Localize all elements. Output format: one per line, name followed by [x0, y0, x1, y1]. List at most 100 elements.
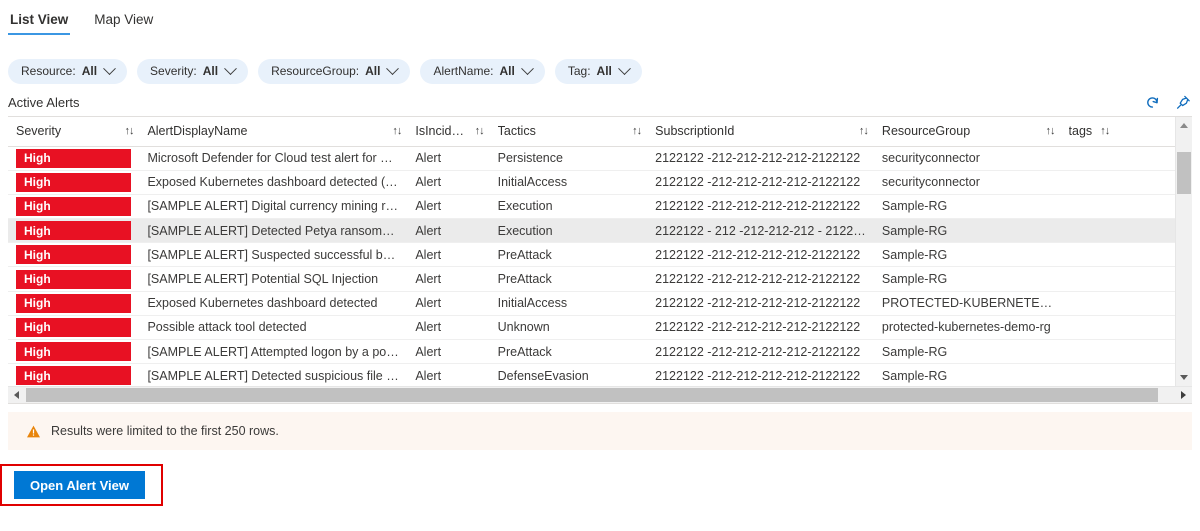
cell-is-incident: Alert	[407, 242, 490, 268]
column-header-tactics[interactable]: Tactics ↑↓	[489, 117, 648, 147]
open-alert-view-button[interactable]: Open Alert View	[14, 471, 145, 499]
table-row[interactable]: High [SAMPLE ALERT] Potential SQL Injecti…	[8, 266, 1175, 292]
filter-severity[interactable]: Severity: All	[137, 58, 249, 84]
filter-resource[interactable]: Resource: All	[8, 58, 128, 84]
cell-severity: High	[8, 194, 140, 220]
cell-tactics: PreAttack	[489, 339, 648, 365]
cell-subscription-id: 2122122 -212-212-212-212-2122122	[647, 363, 874, 386]
results-limited-warning: Results were limited to the first 250 ro…	[8, 412, 1192, 450]
column-header-alertdisplayname-label: AlertDisplayName	[147, 124, 248, 139]
cell-tactics: InitialAccess	[489, 291, 648, 316]
alerts-grid: Severity ↑↓ AlertDisplayName ↑↓ IsIncide…	[8, 116, 1192, 404]
cell-is-incident: Alert	[407, 266, 490, 292]
filter-alertname[interactable]: AlertName: All	[420, 58, 545, 84]
pin-icon[interactable]	[1175, 94, 1192, 111]
sort-icon[interactable]: ↑↓	[392, 125, 402, 137]
column-header-tags-label: tags	[1068, 124, 1093, 139]
cell-tags	[1060, 363, 1175, 386]
alerts-table-head: Severity ↑↓ AlertDisplayName ↑↓ IsIncide…	[8, 117, 1175, 147]
filter-resourcegroup-value: All	[365, 64, 381, 78]
cell-is-incident: Alert	[407, 170, 490, 195]
sort-icon[interactable]: ↑↓	[475, 125, 485, 137]
cell-tactics: InitialAccess	[489, 170, 648, 195]
status-badge: High	[16, 293, 132, 313]
cell-alert-display-name: [SAMPLE ALERT] Digital currency mining r…	[139, 194, 408, 220]
table-row[interactable]: High [SAMPLE ALERT] Attempted logon by a …	[8, 339, 1175, 365]
tab-map-view-label: Map View	[94, 12, 154, 27]
cell-is-incident: Alert	[407, 146, 490, 171]
status-badge: High	[16, 172, 132, 192]
cell-subscription-id: 2122122 -212-212-212-212-2122122	[647, 242, 874, 268]
view-tabs: List View Map View	[0, 0, 1200, 42]
filter-resourcegroup[interactable]: ResourceGroup: All	[258, 58, 411, 84]
table-row[interactable]: High Exposed Kubernetes dashboard detecte…	[8, 291, 1175, 316]
cell-resource-group: Sample-RG	[873, 266, 1061, 292]
horizontal-scrollbar[interactable]	[8, 386, 1192, 403]
cell-alert-display-name: Microsoft Defender for Cloud test alert …	[139, 146, 408, 171]
filter-bar: Resource: All Severity: All ResourceGrou…	[0, 42, 1200, 88]
table-row[interactable]: High [SAMPLE ALERT] Detected Petya ransom…	[8, 218, 1175, 244]
scroll-right-button[interactable]	[1175, 387, 1192, 403]
section-actions	[1144, 94, 1192, 111]
table-row[interactable]: High Exposed Kubernetes dashboard detecte…	[8, 170, 1175, 195]
cell-severity: High	[8, 146, 140, 171]
cell-is-incident: Alert	[407, 339, 490, 365]
sort-icon[interactable]: ↑↓	[1100, 125, 1110, 137]
scroll-up-button[interactable]	[1176, 117, 1192, 134]
filter-tag[interactable]: Tag: All	[554, 58, 642, 84]
column-header-severity[interactable]: Severity ↑↓	[8, 117, 140, 147]
status-badge: High	[16, 221, 132, 241]
column-header-alertdisplayname[interactable]: AlertDisplayName ↑↓	[139, 117, 408, 147]
column-header-tactics-label: Tactics	[497, 124, 536, 139]
cell-alert-display-name: [SAMPLE ALERT] Attempted logon by a pote…	[139, 339, 408, 365]
cell-is-incident: Alert	[407, 194, 490, 220]
chevron-down-icon	[224, 61, 237, 75]
sort-icon[interactable]: ↑↓	[859, 125, 869, 137]
tab-map-view[interactable]: Map View	[92, 10, 155, 35]
cell-resource-group: Sample-RG	[873, 218, 1061, 244]
column-header-subscriptionid[interactable]: SubscriptionId ↑↓	[647, 117, 874, 147]
cell-severity: High	[8, 315, 140, 341]
chevron-down-icon	[386, 61, 400, 75]
status-badge: High	[16, 196, 132, 216]
column-header-tags[interactable]: tags ↑↓	[1060, 117, 1175, 147]
scroll-left-button[interactable]	[8, 387, 25, 403]
cell-tactics: Unknown	[489, 315, 648, 341]
cell-subscription-id: 2122122 -212-212-212-212-2122122	[647, 315, 874, 341]
table-row[interactable]: High [SAMPLE ALERT] Suspected successful …	[8, 242, 1175, 268]
sort-icon[interactable]: ↑↓	[1046, 125, 1056, 137]
cell-subscription-id: 2122122 -212-212-212-212-2122122	[647, 339, 874, 365]
column-header-subscriptionid-label: SubscriptionId	[655, 124, 735, 139]
cell-tags	[1060, 291, 1175, 316]
cell-tags	[1060, 218, 1175, 244]
vertical-scroll-thumb[interactable]	[1177, 152, 1191, 194]
tab-list-view[interactable]: List View	[8, 10, 71, 35]
column-header-resourcegroup[interactable]: ResourceGroup ↑↓	[873, 117, 1061, 147]
table-row[interactable]: High Microsoft Defender for Cloud test al…	[8, 146, 1175, 171]
filter-tag-label: Tag:	[567, 64, 591, 78]
cell-tags	[1060, 242, 1175, 268]
cell-alert-display-name: Exposed Kubernetes dashboard detected	[139, 291, 408, 316]
refresh-icon[interactable]	[1144, 94, 1161, 111]
cell-severity: High	[8, 363, 140, 386]
status-badge: High	[16, 317, 132, 337]
vertical-scrollbar[interactable]	[1175, 117, 1192, 386]
cell-tactics: DefenseEvasion	[489, 363, 648, 386]
tab-list-view-label: List View	[10, 12, 69, 27]
cell-is-incident: Alert	[407, 291, 490, 316]
filter-alertname-label: AlertName:	[433, 64, 494, 78]
filter-severity-value: All	[202, 64, 219, 78]
cell-tactics: Persistence	[489, 146, 648, 171]
scroll-down-button[interactable]	[1176, 369, 1192, 386]
cell-tactics: Execution	[489, 194, 648, 220]
column-header-isincident[interactable]: IsIncident ↑↓	[407, 117, 490, 147]
sort-icon[interactable]: ↑↓	[632, 125, 642, 137]
cell-tags	[1060, 266, 1175, 292]
horizontal-scroll-thumb[interactable]	[26, 388, 1158, 402]
column-header-severity-label: Severity	[16, 124, 62, 139]
table-row[interactable]: High [SAMPLE ALERT] Digital currency mini…	[8, 194, 1175, 220]
table-row[interactable]: High [SAMPLE ALERT] Detected suspicious f…	[8, 363, 1175, 386]
sort-icon[interactable]: ↑↓	[124, 125, 134, 137]
table-row[interactable]: High Possible attack tool detected Alert Un…	[8, 315, 1175, 341]
vertical-scroll-track[interactable]	[1176, 134, 1192, 369]
